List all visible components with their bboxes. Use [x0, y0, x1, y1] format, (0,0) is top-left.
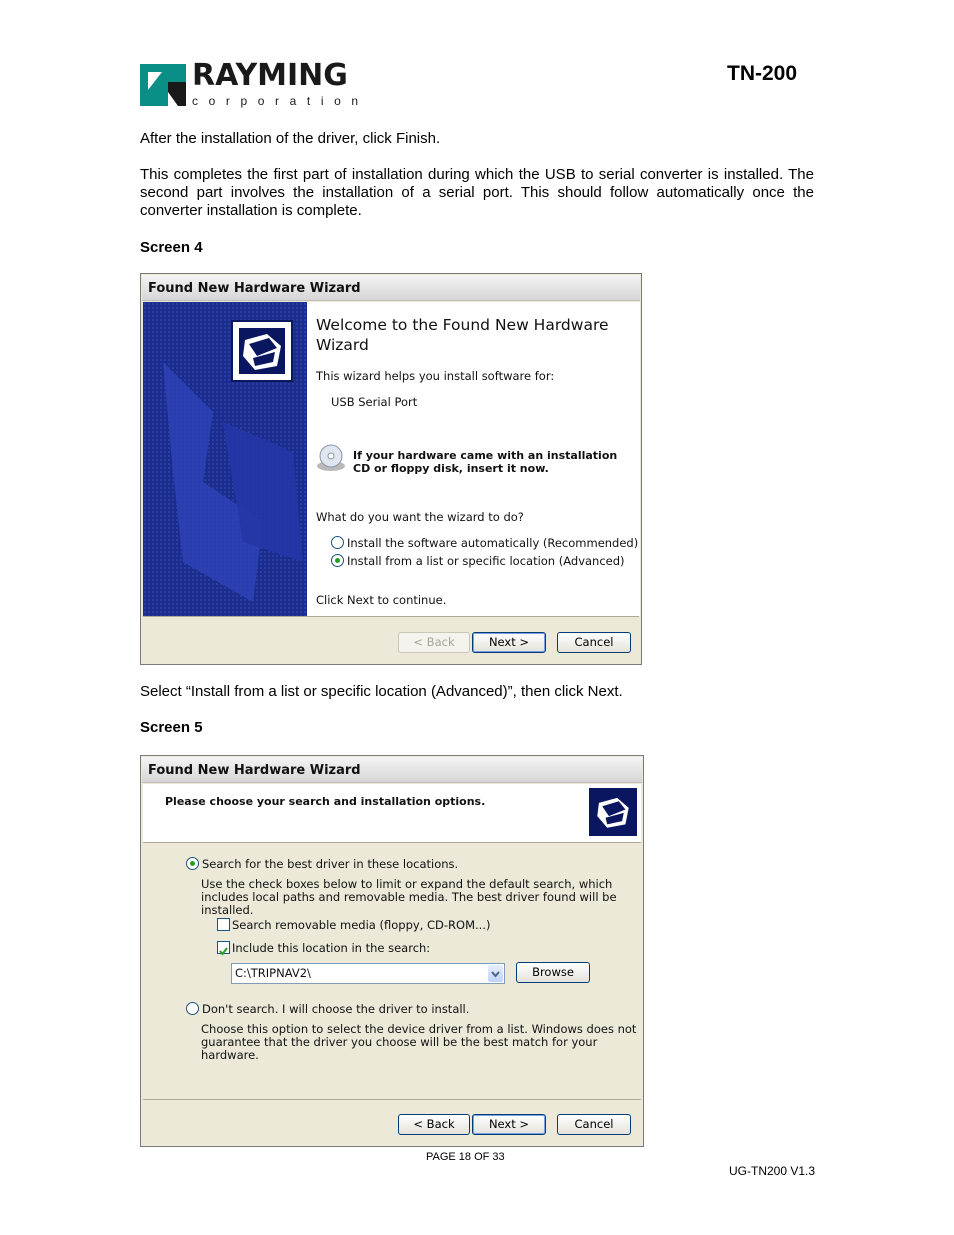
document-title: TN-200 — [727, 62, 798, 85]
back-button[interactable]: < Back — [398, 1114, 470, 1135]
rayming-logo-icon — [140, 64, 186, 106]
radio-install-list-label[interactable]: Install from a list or specific location… — [347, 554, 625, 568]
screen4-heading: Screen 4 — [140, 239, 203, 256]
location-combobox[interactable]: C:\TRIPNAV2\ — [231, 963, 505, 984]
checkbox-removable-label[interactable]: Search removable media (floppy, CD-ROM..… — [232, 918, 490, 932]
header-text: Please choose your search and installati… — [165, 795, 486, 808]
hardware-icon — [231, 320, 293, 382]
dialog-title: Found New Hardware Wizard — [148, 763, 361, 778]
paragraph-finish: After the installation of the driver, cl… — [140, 130, 441, 147]
screen5-dialog: Found New Hardware Wizard Please choose … — [140, 755, 644, 1147]
wizard-header: Please choose your search and installati… — [143, 784, 641, 843]
helps-text: This wizard helps you install software f… — [316, 369, 555, 383]
page-number: PAGE 18 OF 33 — [426, 1151, 505, 1163]
cd-note: If your hardware came with an installati… — [353, 449, 618, 475]
radio-search-label[interactable]: Search for the best driver in these loca… — [202, 857, 458, 871]
wizard-banner — [143, 302, 307, 616]
divider — [143, 616, 639, 617]
checkbox-removable-media[interactable] — [217, 918, 230, 931]
location-path[interactable]: C:\TRIPNAV2\ — [235, 966, 311, 980]
dialog-titlebar: Found New Hardware Wizard — [142, 757, 642, 783]
screen5-heading: Screen 5 — [140, 719, 203, 736]
radio-dont-search[interactable] — [186, 1002, 199, 1015]
search-description: Use the check boxes below to limit or ex… — [201, 877, 617, 917]
dialog-title: Found New Hardware Wizard — [148, 281, 361, 296]
chevron-down-icon — [491, 971, 500, 978]
hardware-icon — [589, 788, 637, 836]
paragraph-completes: This completes the first part of install… — [140, 166, 814, 219]
dialog-titlebar: Found New Hardware Wizard — [142, 275, 640, 301]
radio-selected-dot — [190, 861, 195, 866]
radio-install-auto-label[interactable]: Install the software automatically (Reco… — [347, 536, 638, 550]
screen4-dialog: Found New Hardware Wizard Welcome to the… — [140, 273, 642, 665]
back-button[interactable]: < Back — [398, 632, 470, 653]
radio-search[interactable] — [186, 857, 199, 870]
cd-icon — [317, 444, 345, 471]
browse-button[interactable]: Browse — [516, 962, 590, 983]
divider — [143, 1099, 641, 1100]
version-label: UG-TN200 V1.3 — [729, 1164, 816, 1178]
cancel-button[interactable]: Cancel — [557, 632, 631, 653]
next-button[interactable]: Next > — [472, 1114, 546, 1135]
dont-search-description: Choose this option to select the device … — [201, 1022, 637, 1062]
logo-subtitle: corporation — [192, 94, 369, 108]
logo-wordmark: RAYMING — [192, 58, 348, 93]
question-text: What do you want the wizard to do? — [316, 510, 524, 524]
checkbox-include-label[interactable]: Include this location in the search: — [232, 941, 430, 955]
checkbox-include-location[interactable] — [217, 941, 230, 956]
radio-dont-search-label[interactable]: Don't search. I will choose the driver t… — [202, 1002, 469, 1016]
device-name: USB Serial Port — [331, 395, 418, 409]
radio-install-list[interactable] — [331, 554, 344, 567]
wizard-content: Welcome to the Found New Hardware Wizard… — [307, 302, 640, 616]
welcome-title: Welcome to the Found New Hardware Wizard — [316, 316, 609, 354]
radio-selected-dot — [335, 558, 340, 563]
dropdown-button[interactable] — [488, 965, 503, 982]
cancel-button[interactable]: Cancel — [557, 1114, 631, 1135]
continue-text: Click Next to continue. — [316, 593, 447, 607]
radio-install-auto[interactable] — [331, 536, 344, 549]
checkmark-icon — [219, 947, 228, 956]
next-button[interactable]: Next > — [472, 632, 546, 653]
paragraph-select: Select “Install from a list or specific … — [140, 683, 623, 700]
